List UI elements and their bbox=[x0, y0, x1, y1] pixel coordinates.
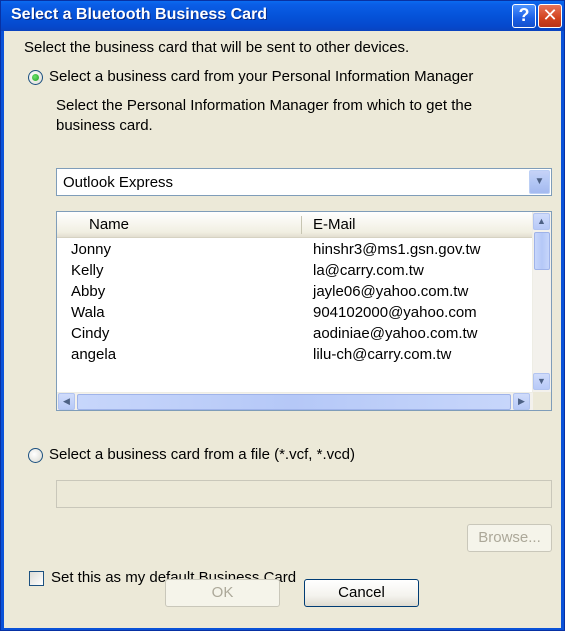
scroll-up-icon[interactable]: ▲ bbox=[533, 213, 550, 230]
horizontal-scroll-thumb[interactable] bbox=[77, 394, 511, 410]
contact-name: Kelly bbox=[71, 262, 104, 279]
contact-name: Abby bbox=[71, 283, 106, 300]
table-row[interactable]: Kelly la@carry.com.tw bbox=[57, 261, 533, 282]
help-button[interactable]: ? bbox=[512, 4, 536, 28]
pim-select[interactable]: Outlook Express ▼ bbox=[56, 168, 552, 196]
contact-email: la@carry.com.tw bbox=[313, 262, 424, 279]
contact-email: jayle06@yahoo.com.tw bbox=[313, 283, 469, 300]
contact-name: Jonny bbox=[71, 241, 112, 258]
chevron-down-icon[interactable]: ▼ bbox=[529, 170, 550, 194]
table-row[interactable]: Jonny hinshr3@ms1.gsn.gov.tw bbox=[57, 240, 533, 261]
radio-selected-dot bbox=[32, 74, 39, 81]
file-path-input[interactable] bbox=[56, 480, 552, 508]
default-card-checkbox[interactable] bbox=[29, 571, 44, 586]
list-rows: Jonny hinshr3@ms1.gsn.gov.tw Kelly la@ca… bbox=[57, 240, 533, 390]
ok-button[interactable]: OK bbox=[165, 579, 280, 607]
file-radio-label[interactable]: Select a business card from a file (*.vc… bbox=[49, 446, 355, 463]
table-row[interactable]: angela lilu-ch@carry.com.tw bbox=[57, 345, 533, 366]
contact-email: 904102000@yahoo.com bbox=[313, 304, 477, 321]
table-row[interactable]: Cindy aodiniae@yahoo.com.tw bbox=[57, 324, 533, 345]
column-divider[interactable] bbox=[301, 216, 302, 234]
scrollbar-corner bbox=[533, 392, 551, 410]
contact-email: lilu-ch@carry.com.tw bbox=[313, 346, 452, 363]
vertical-scrollbar[interactable]: ▲ ▼ bbox=[532, 212, 551, 392]
table-row[interactable]: Wala 904102000@yahoo.com bbox=[57, 303, 533, 324]
file-radio[interactable] bbox=[28, 448, 43, 463]
contact-name: angela bbox=[71, 346, 117, 363]
dialog-window: Select a Bluetooth Business Card ? ✕ Sel… bbox=[0, 0, 565, 631]
pim-radio[interactable] bbox=[28, 70, 43, 85]
vertical-scroll-thumb[interactable] bbox=[534, 232, 550, 270]
contacts-list[interactable]: Name E-Mail Jonny hinshr3@ms1.gsn.gov.tw… bbox=[56, 211, 552, 411]
scroll-right-icon[interactable]: ▶ bbox=[513, 393, 530, 410]
pim-prompt-line2: business card. bbox=[56, 117, 153, 134]
pim-select-value: Outlook Express bbox=[63, 174, 174, 191]
contact-name: Cindy bbox=[71, 325, 110, 342]
scroll-left-icon[interactable]: ◀ bbox=[58, 393, 75, 410]
column-header-email[interactable]: E-Mail bbox=[313, 216, 356, 233]
title-bar[interactable]: Select a Bluetooth Business Card ? ✕ bbox=[1, 1, 564, 31]
window-title: Select a Bluetooth Business Card bbox=[11, 6, 268, 23]
column-header-name[interactable]: Name bbox=[89, 216, 129, 233]
close-button[interactable]: ✕ bbox=[538, 4, 562, 28]
contact-name: Wala bbox=[71, 304, 105, 321]
table-row[interactable]: Abby jayle06@yahoo.com.tw bbox=[57, 282, 533, 303]
browse-button[interactable]: Browse... bbox=[467, 524, 552, 552]
list-header: Name E-Mail bbox=[57, 212, 533, 238]
pim-radio-label[interactable]: Select a business card from your Persona… bbox=[49, 68, 473, 85]
scroll-down-icon[interactable]: ▼ bbox=[533, 373, 550, 390]
horizontal-scrollbar[interactable]: ◀ ▶ bbox=[57, 392, 533, 410]
pim-prompt-line1: Select the Personal Information Manager … bbox=[56, 97, 473, 114]
contact-email: aodiniae@yahoo.com.tw bbox=[313, 325, 478, 342]
cancel-button[interactable]: Cancel bbox=[304, 579, 419, 607]
contact-email: hinshr3@ms1.gsn.gov.tw bbox=[313, 241, 481, 258]
dialog-body: Select the business card that will be se… bbox=[4, 31, 561, 628]
instruction-text: Select the business card that will be se… bbox=[24, 39, 410, 56]
